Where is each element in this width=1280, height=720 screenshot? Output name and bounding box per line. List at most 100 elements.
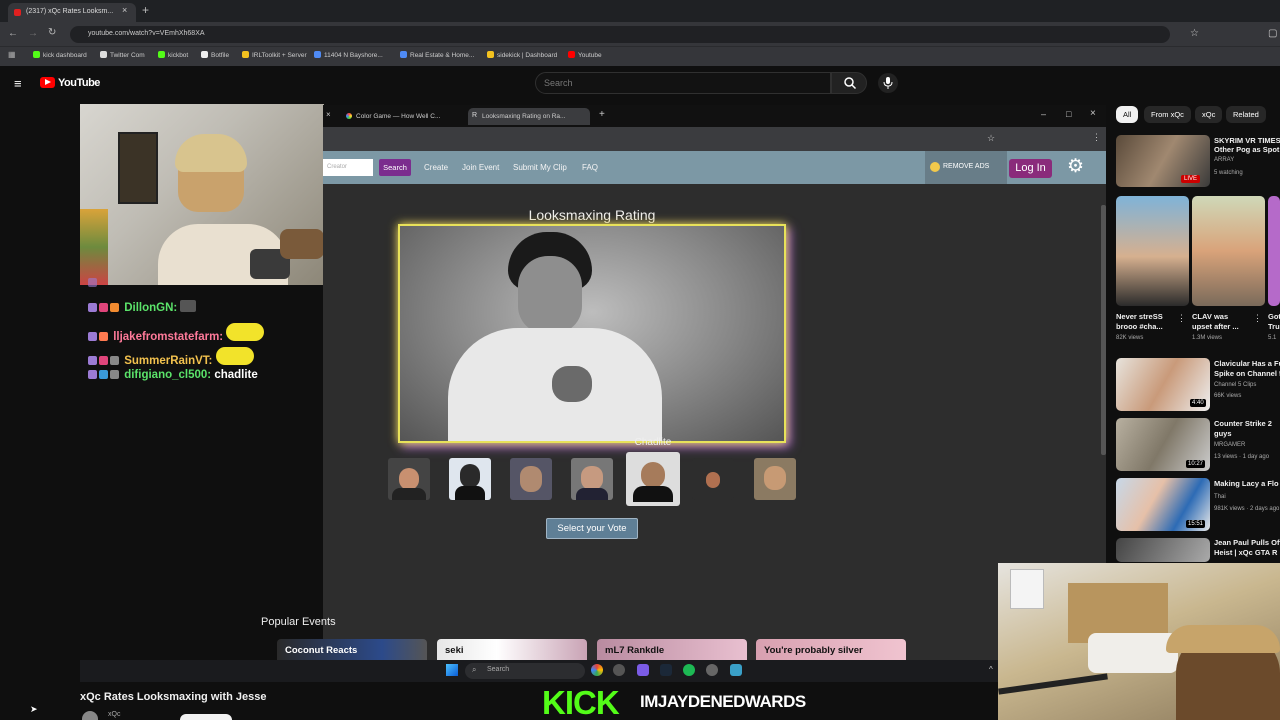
bookmark-star-icon[interactable]: ☆ — [987, 133, 995, 144]
app-icon[interactable] — [730, 664, 742, 676]
short-thumbnail[interactable] — [1268, 196, 1280, 306]
gear-icon[interactable]: ⚙ — [1067, 157, 1084, 177]
site-search-button[interactable]: Search — [379, 159, 411, 176]
bookmark-item[interactable]: kickbot — [158, 51, 188, 59]
bookmark-item[interactable]: 11404 N Bayshore... — [314, 51, 383, 59]
bookmark-item[interactable]: kick dashboard — [33, 51, 87, 59]
maximize-icon[interactable]: □ — [1066, 109, 1071, 119]
related-title[interactable]: Clavicular Has a Fu — [1214, 359, 1280, 368]
event-card-title: seki — [445, 645, 464, 656]
nav-join-event[interactable]: Join Event — [462, 163, 499, 172]
bookmark-item[interactable]: Youtube — [568, 51, 602, 59]
candidate-thumbnail[interactable] — [571, 458, 613, 500]
inner-tab[interactable]: Color Game — How Well C... — [342, 108, 462, 125]
subscribe-button[interactable] — [180, 714, 232, 720]
candidate-thumbnail-selected[interactable] — [626, 452, 680, 506]
voice-search-button[interactable] — [878, 73, 898, 93]
minimize-icon[interactable]: – — [1041, 109, 1046, 119]
related-title-line2[interactable]: Heist | xQc GTA R — [1214, 548, 1280, 557]
nav-submit-clip[interactable]: Submit My Clip — [513, 163, 567, 172]
more-options-icon[interactable]: ⋮ — [1253, 313, 1262, 324]
bookmark-star-icon[interactable]: ☆ — [1190, 28, 1199, 39]
related-channel[interactable]: Channel 5 Clips — [1214, 381, 1280, 389]
more-options-icon[interactable]: ⋮ — [1092, 132, 1101, 143]
bookmark-item[interactable]: sidekick | Dashboard — [487, 51, 557, 59]
youtube-search-input[interactable]: Search — [535, 72, 831, 94]
channel-name[interactable]: xQc — [108, 711, 120, 718]
bookmark-item[interactable]: Twitter Com — [100, 51, 145, 59]
spotify-icon[interactable] — [683, 664, 695, 676]
candidate-thumbnail[interactable] — [510, 458, 552, 500]
creator-search-input[interactable]: Creator — [323, 159, 373, 176]
chevron-up-icon[interactable]: ^ — [989, 665, 993, 674]
related-title-line2[interactable]: Spike on Channel 5 — [1214, 369, 1280, 378]
short-thumbnail[interactable] — [1192, 196, 1265, 306]
event-card[interactable]: Coconut Reacts — [277, 639, 427, 660]
scrollbar[interactable] — [1101, 205, 1106, 455]
inner-tab-active[interactable]: R Looksmaxing Rating on Ra... — [468, 108, 590, 125]
app-icon[interactable] — [637, 664, 649, 676]
select-vote-button[interactable]: Select your Vote — [546, 518, 638, 539]
reload-icon[interactable]: ↻ — [48, 27, 56, 38]
rating-photo[interactable] — [398, 224, 786, 443]
chip-xqc[interactable]: xQc — [1195, 106, 1223, 123]
short-title-line2[interactable]: brooo #cha... — [1116, 322, 1176, 331]
nav-faq[interactable]: FAQ — [582, 163, 598, 172]
candidate-thumbnail[interactable] — [754, 458, 796, 500]
related-title-line2[interactable]: Other Pog as Spot — [1214, 145, 1280, 154]
related-title[interactable]: SKYRIM VR TIMES — [1214, 136, 1280, 145]
menu-icon[interactable]: ≡ — [14, 76, 22, 91]
back-icon[interactable]: ← — [8, 28, 18, 39]
new-tab-icon[interactable]: + — [142, 3, 149, 17]
related-title[interactable]: Counter Strike 2 — [1214, 419, 1280, 428]
related-title-line2[interactable]: guys — [1214, 429, 1280, 438]
event-card[interactable]: mL7 Rankdle — [597, 639, 747, 660]
address-bar[interactable]: youtube.com/watch?v=VEmhXh68XA — [70, 26, 1170, 43]
profile-icon[interactable]: ▢ — [1268, 28, 1277, 39]
apps-icon[interactable]: ▦ — [8, 50, 16, 59]
windows-start-icon[interactable] — [446, 664, 458, 676]
short-title[interactable]: Never streSS — [1116, 312, 1176, 321]
related-channel[interactable]: MRGAMER — [1214, 441, 1280, 449]
chip-related[interactable]: Related — [1226, 106, 1266, 123]
candidate-thumbnail[interactable] — [449, 458, 491, 500]
more-options-icon[interactable]: ⋮ — [1177, 313, 1186, 324]
inner-tab-title: Color Game — How Well C... — [356, 113, 441, 120]
related-thumbnail[interactable] — [1116, 538, 1210, 562]
close-tab-icon[interactable]: × — [326, 110, 331, 119]
candidate-thumbnail[interactable] — [388, 458, 430, 500]
close-tab-icon[interactable]: × — [122, 5, 127, 15]
forward-icon[interactable]: → — [28, 28, 38, 39]
related-title[interactable]: Making Lacy a Flo — [1214, 479, 1280, 488]
bookmark-item[interactable]: Botfile — [201, 51, 229, 59]
app-icon[interactable] — [613, 664, 625, 676]
related-title[interactable]: Jean Paul Pulls Off — [1214, 538, 1280, 547]
chrome-icon[interactable] — [591, 664, 603, 676]
short-title[interactable]: Got — [1268, 312, 1280, 321]
youtube-search-button[interactable] — [831, 72, 867, 94]
new-tab-icon[interactable]: + — [599, 109, 605, 120]
short-title-line2[interactable]: upset after ... — [1192, 322, 1252, 331]
login-button[interactable]: Log In — [1009, 159, 1052, 178]
remove-ads-button[interactable]: REMOVE ADS — [925, 151, 1007, 184]
related-channel[interactable]: Thai — [1214, 493, 1280, 501]
chip-all[interactable]: All — [1116, 106, 1139, 123]
candidate-thumbnail[interactable] — [692, 458, 734, 500]
related-channel[interactable]: ARRAY — [1214, 156, 1280, 164]
bookmark-item[interactable]: Real Estate & Home... — [400, 51, 474, 59]
steam-icon[interactable] — [660, 664, 672, 676]
app-icon[interactable] — [706, 664, 718, 676]
short-thumbnail[interactable] — [1116, 196, 1189, 306]
browser-tab-active[interactable]: (2317) xQc Rates Looksm... × — [8, 3, 136, 22]
channel-avatar[interactable] — [82, 711, 98, 720]
close-window-icon[interactable]: × — [1090, 108, 1096, 119]
taskbar-search[interactable]: ⌕ Search — [465, 663, 585, 679]
cowboy-hat — [1166, 625, 1280, 653]
bookmark-item[interactable]: IRLToolkit + Server — [242, 51, 307, 59]
chip-from-xqc[interactable]: From xQc — [1144, 106, 1191, 123]
event-card[interactable]: seki — [437, 639, 587, 660]
short-title[interactable]: CLAV was — [1192, 312, 1252, 321]
nav-create[interactable]: Create — [424, 163, 448, 172]
short-title-line2[interactable]: Tru — [1268, 322, 1280, 331]
event-card[interactable]: You're probably silver — [756, 639, 906, 660]
